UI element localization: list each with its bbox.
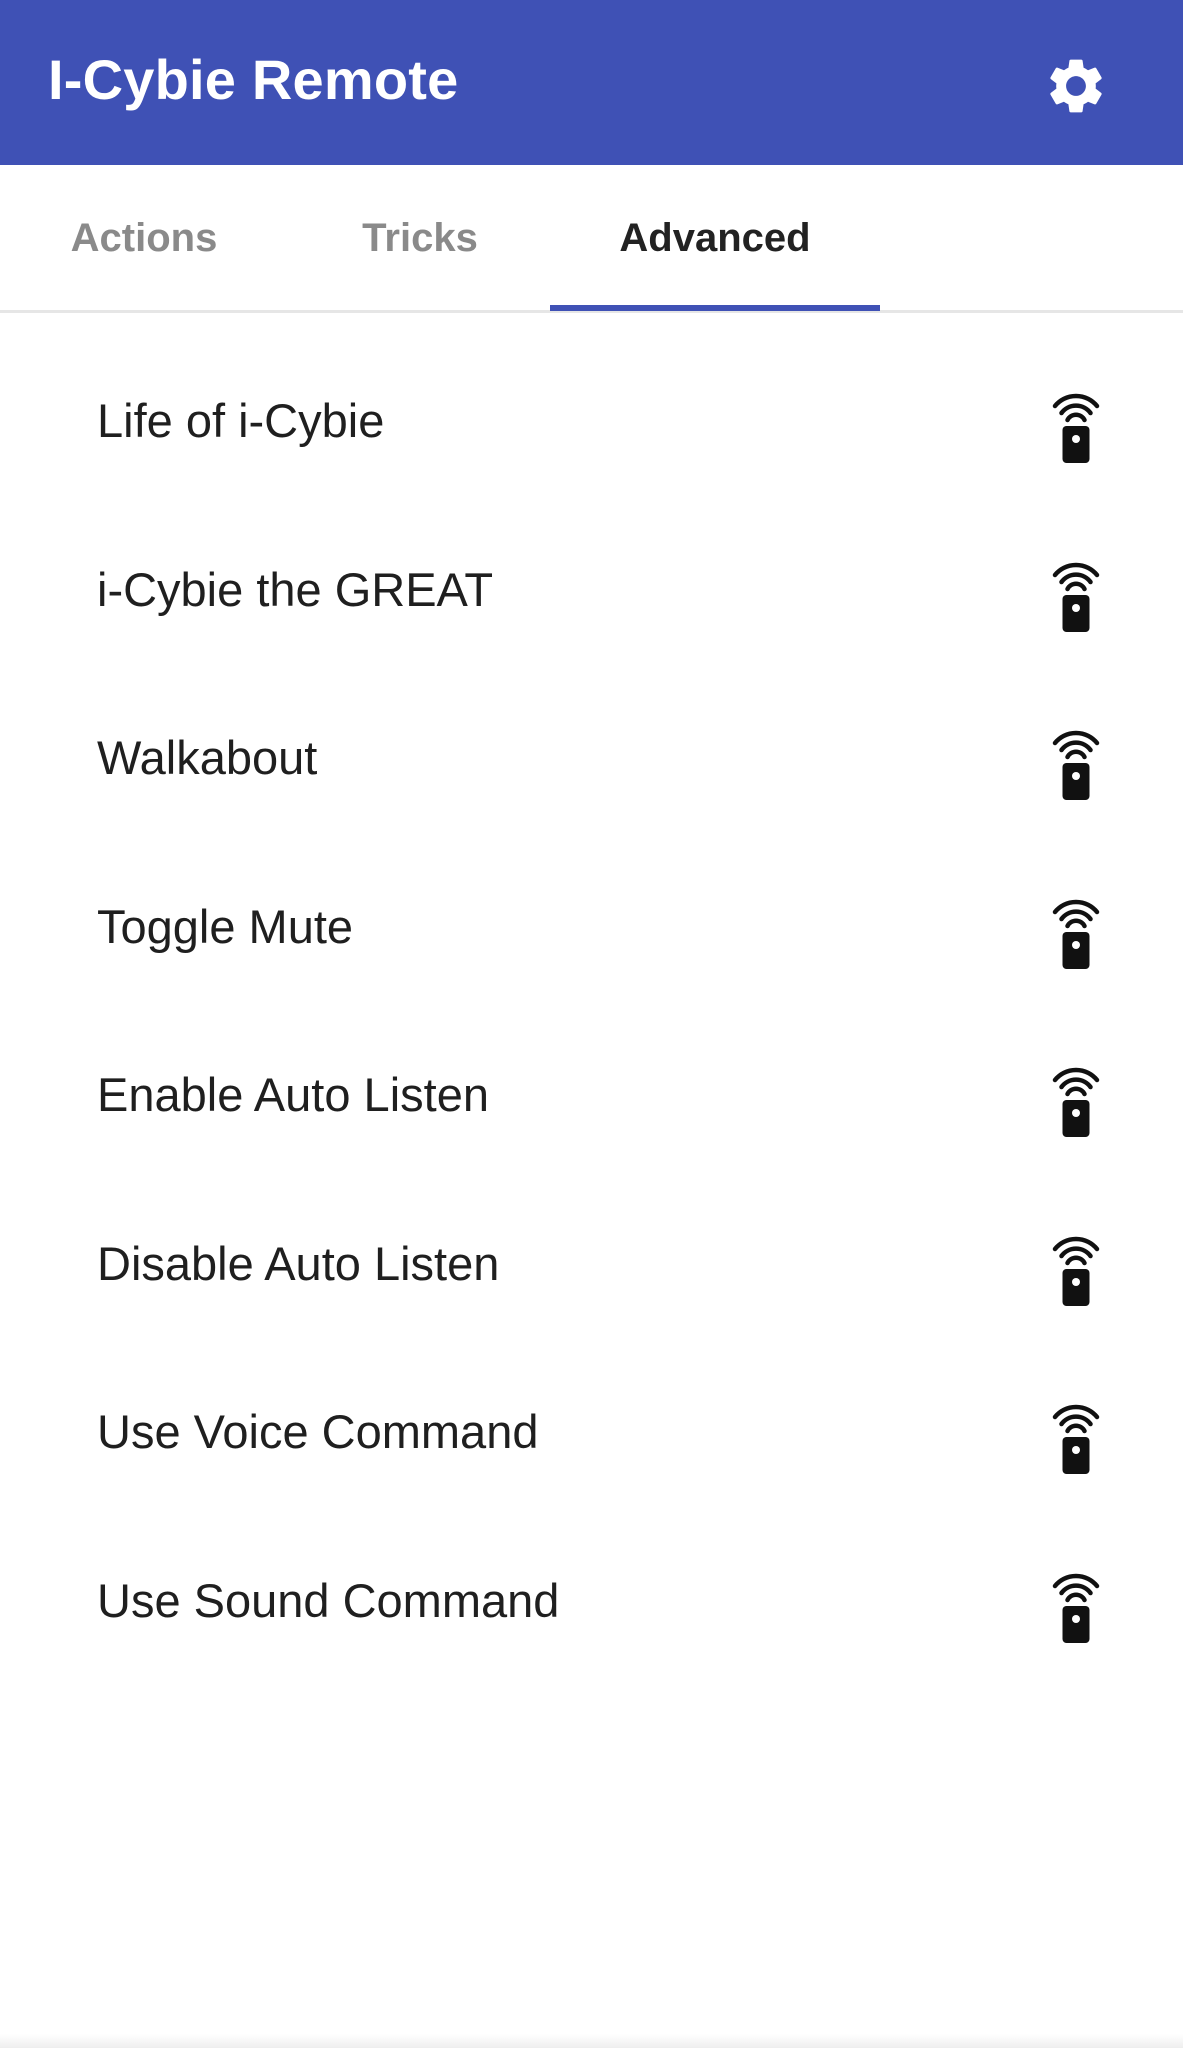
- tab-bar: Actions Tricks Advanced: [0, 165, 1183, 313]
- list-item-disable-auto-listen[interactable]: Disable Auto Listen: [0, 1180, 1183, 1349]
- list-item-label: Use Voice Command: [97, 1405, 539, 1458]
- remote-control-icon[interactable]: [1036, 1565, 1116, 1645]
- bottom-edge: [0, 2034, 1183, 2048]
- list-item-label: i-Cybie the GREAT: [97, 562, 494, 616]
- remote-control-icon[interactable]: [1036, 1228, 1116, 1308]
- list-item-life-of-icybie[interactable]: Life of i-Cybie: [0, 337, 1183, 506]
- settings-button[interactable]: [1036, 46, 1116, 126]
- app-title: I-Cybie Remote: [48, 48, 459, 111]
- advanced-command-list: Life of i-Cybie i-Cybie the GREAT Walkab…: [0, 337, 1183, 1685]
- remote-control-icon[interactable]: [1036, 1059, 1116, 1139]
- list-item-icybie-the-great[interactable]: i-Cybie the GREAT: [0, 506, 1183, 675]
- list-item-label: Use Sound Command: [97, 1573, 560, 1627]
- list-item-toggle-mute[interactable]: Toggle Mute: [0, 843, 1183, 1012]
- list-item-label: Walkabout: [97, 731, 318, 784]
- tab-tricks[interactable]: Tricks: [320, 165, 520, 310]
- remote-control-icon[interactable]: [1036, 891, 1116, 971]
- list-item-label: Life of i-Cybie: [97, 394, 385, 447]
- app-bar: I-Cybie Remote: [0, 0, 1183, 165]
- tab-actions[interactable]: Actions: [44, 165, 244, 310]
- list-item-label: Enable Auto Listen: [97, 1068, 489, 1121]
- remote-control-icon[interactable]: [1036, 554, 1116, 634]
- active-tab-indicator: [550, 305, 880, 311]
- list-item-use-voice-command[interactable]: Use Voice Command: [0, 1348, 1183, 1517]
- remote-control-icon[interactable]: [1036, 385, 1116, 465]
- list-item-walkabout[interactable]: Walkabout: [0, 674, 1183, 843]
- list-item-label: Disable Auto Listen: [97, 1236, 500, 1290]
- list-item-use-sound-command[interactable]: Use Sound Command: [0, 1517, 1183, 1686]
- tab-advanced[interactable]: Advanced: [550, 165, 880, 310]
- remote-control-icon[interactable]: [1036, 722, 1116, 802]
- list-item-enable-auto-listen[interactable]: Enable Auto Listen: [0, 1011, 1183, 1180]
- remote-control-icon[interactable]: [1036, 1396, 1116, 1476]
- gear-icon: [1043, 53, 1109, 119]
- list-item-label: Toggle Mute: [97, 899, 354, 953]
